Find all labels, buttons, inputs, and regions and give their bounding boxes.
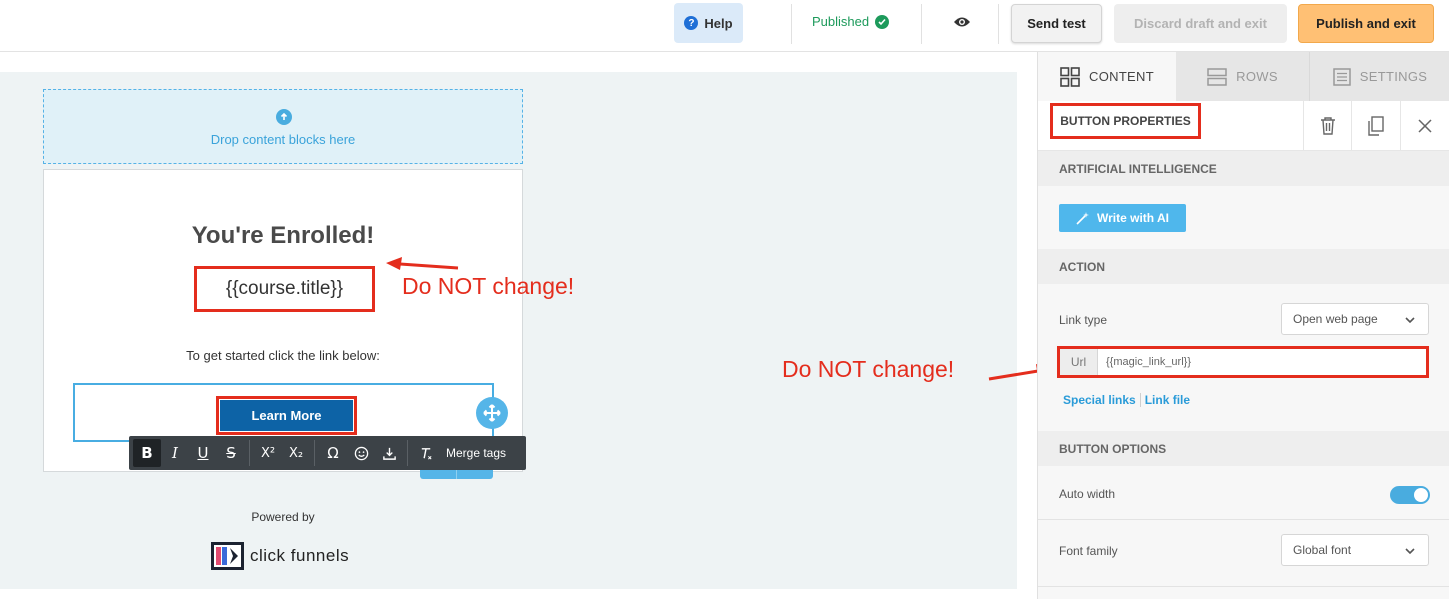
tab-settings[interactable]: SETTINGS xyxy=(1310,52,1449,101)
emoji-icon[interactable] xyxy=(347,439,375,467)
tab-content-label: CONTENT xyxy=(1089,69,1154,84)
link-file-link[interactable]: Link file xyxy=(1145,393,1190,407)
toolbar-divider xyxy=(249,440,250,466)
email-body-text[interactable]: To get started click the link below: xyxy=(44,348,522,363)
bold-button[interactable]: B xyxy=(133,439,161,467)
link-divider xyxy=(1139,393,1141,407)
preview-eye-icon[interactable] xyxy=(953,15,971,34)
course-title-merge-tag[interactable]: {{course.title}} xyxy=(194,266,375,312)
strikethrough-button[interactable]: S xyxy=(217,439,245,467)
clickfunnels-logo: click funnels xyxy=(211,542,349,570)
divider xyxy=(998,4,999,44)
button-properties-header: BUTTON PROPERTIES xyxy=(1038,101,1449,151)
rows-icon xyxy=(1207,67,1227,86)
tab-rows-label: ROWS xyxy=(1236,69,1278,84)
auto-width-label: Auto width xyxy=(1059,487,1116,501)
insert-download-icon[interactable] xyxy=(375,439,403,467)
published-status: Published xyxy=(812,14,890,29)
text-format-toolbar: B I U S X² X₂ Ω Merge tags xyxy=(129,436,526,470)
link-type-label: Link type xyxy=(1059,313,1108,327)
clickfunnels-logo-icon xyxy=(211,542,244,570)
link-type-value: Open web page xyxy=(1293,312,1378,326)
button-properties-title: BUTTON PROPERTIES xyxy=(1050,103,1201,139)
chevron-down-icon xyxy=(1405,548,1415,555)
properties-panel: CONTENT ROWS SETTINGS BUTTON PROPERTIES … xyxy=(1037,52,1449,599)
arrow-up-circle-icon xyxy=(276,109,292,125)
settings-list-icon xyxy=(1333,67,1351,86)
email-heading[interactable]: You're Enrolled! xyxy=(44,222,522,250)
send-test-button[interactable]: Send test xyxy=(1011,4,1102,43)
auto-width-toggle[interactable] xyxy=(1390,486,1430,504)
trash-icon[interactable] xyxy=(1303,101,1351,150)
close-icon[interactable] xyxy=(1400,101,1448,150)
move-handle-icon[interactable] xyxy=(476,397,508,429)
superscript-button[interactable]: X² xyxy=(254,439,282,467)
url-prefix-label: Url xyxy=(1060,349,1098,375)
action-section-header: ACTION xyxy=(1038,249,1449,284)
discard-draft-button[interactable]: Discard draft and exit xyxy=(1114,4,1287,43)
url-field: Url xyxy=(1057,346,1429,378)
link-options: Special links Link file xyxy=(1063,393,1190,407)
button-options-section-header: BUTTON OPTIONS xyxy=(1038,431,1449,466)
underline-button[interactable]: U xyxy=(189,439,217,467)
drop-zone-text: Drop content blocks here xyxy=(210,132,356,147)
powered-by-text: Powered by xyxy=(251,510,315,524)
grid-icon xyxy=(1060,66,1080,87)
annotation-note-left: Do NOT change! xyxy=(402,273,575,299)
font-family-label: Font family xyxy=(1059,544,1118,558)
divider xyxy=(921,4,922,44)
row-divider xyxy=(1038,519,1449,520)
email-content-block[interactable]: You're Enrolled! {{course.title}} To get… xyxy=(43,169,523,472)
font-family-value: Global font xyxy=(1293,543,1352,557)
published-label: Published xyxy=(812,14,870,29)
subscript-button[interactable]: X₂ xyxy=(282,439,310,467)
italic-button[interactable]: I xyxy=(161,439,189,467)
duplicate-icon[interactable] xyxy=(1351,101,1399,150)
logo-wordmark: click funnels xyxy=(250,546,350,565)
top-bar: ? Help Published Send test Discard draft… xyxy=(0,0,1449,52)
clear-formatting-icon[interactable] xyxy=(412,439,440,467)
ai-section-header: ARTIFICIAL INTELLIGENCE xyxy=(1038,151,1449,186)
tab-rows[interactable]: ROWS xyxy=(1176,52,1310,101)
toggle-knob xyxy=(1414,488,1428,502)
merge-tags-button[interactable]: Merge tags xyxy=(440,446,512,460)
link-type-select[interactable]: Open web page xyxy=(1281,303,1429,335)
font-family-select[interactable]: Global font xyxy=(1281,534,1429,566)
tab-settings-label: SETTINGS xyxy=(1359,69,1428,84)
write-with-ai-button[interactable]: Write with AI xyxy=(1059,204,1186,232)
drop-zone[interactable]: Drop content blocks here xyxy=(43,89,523,164)
check-circle-icon xyxy=(875,14,890,29)
panel-tabs: CONTENT ROWS SETTINGS xyxy=(1038,52,1449,101)
help-icon: ? xyxy=(684,16,699,30)
help-button[interactable]: ? Help xyxy=(674,3,743,43)
special-character-button[interactable]: Ω xyxy=(319,439,347,467)
chevron-down-icon xyxy=(1405,317,1415,324)
learn-more-button[interactable]: Learn More xyxy=(220,400,353,431)
url-input[interactable] xyxy=(1098,349,1426,375)
tab-content[interactable]: CONTENT xyxy=(1038,52,1176,101)
divider xyxy=(791,4,792,44)
row-divider xyxy=(1038,586,1449,587)
magic-wand-icon xyxy=(1076,212,1089,225)
annotation-note-right: Do NOT change! xyxy=(782,356,955,382)
toolbar-divider xyxy=(314,440,315,466)
toolbar-divider xyxy=(407,440,408,466)
special-links-link[interactable]: Special links xyxy=(1063,393,1136,407)
help-label: Help xyxy=(704,15,733,31)
selected-button-block[interactable]: Learn More xyxy=(73,383,494,442)
learn-more-highlight: Learn More xyxy=(216,396,357,435)
write-with-ai-label: Write with AI xyxy=(1097,211,1169,225)
publish-and-exit-button[interactable]: Publish and exit xyxy=(1298,4,1434,43)
